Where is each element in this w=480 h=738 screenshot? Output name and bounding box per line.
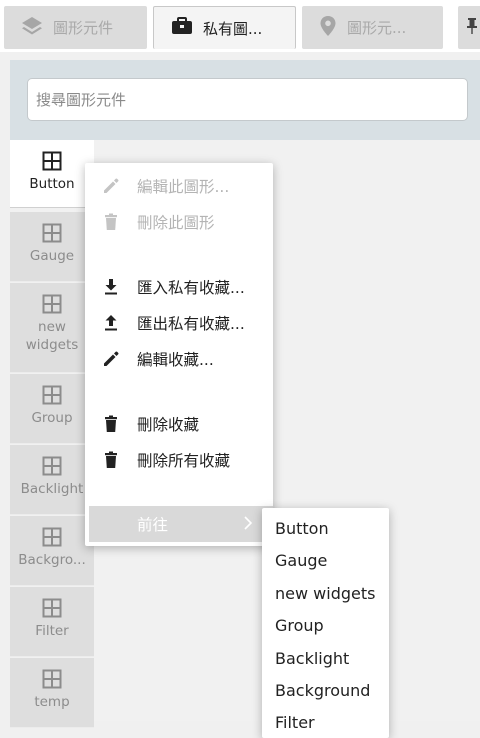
tab-shared[interactable]: 圖形元... xyxy=(302,6,443,49)
menu-item-import-library[interactable]: 匯入私有收藏... xyxy=(85,269,273,305)
category-label: Button xyxy=(29,176,75,192)
chevron-right-icon xyxy=(243,516,253,534)
menu-item-delete-all-libraries[interactable]: 刪除所有收藏 xyxy=(85,442,273,478)
map-pin-icon xyxy=(319,15,337,41)
category-item-backlight[interactable]: Backlight xyxy=(10,445,94,515)
category-item-gauge[interactable]: Gauge xyxy=(10,212,94,282)
pencil-icon xyxy=(101,176,121,196)
category-label: Filter xyxy=(35,623,69,639)
category-label: new widgets xyxy=(25,319,79,353)
tab-bar: 圖形元件 私有圖... 圖形元... xyxy=(0,0,480,52)
grid-icon xyxy=(42,385,62,405)
submenu-item-new-widgets[interactable]: new widgets xyxy=(275,584,375,603)
pin-tab-button[interactable] xyxy=(458,6,480,49)
grid-icon xyxy=(42,456,62,476)
menu-item-edit-library[interactable]: 編輯收藏... xyxy=(85,341,273,377)
grid-icon xyxy=(42,151,62,171)
grid-icon xyxy=(42,598,62,618)
layers-icon xyxy=(21,16,43,40)
category-item-temp[interactable]: temp xyxy=(10,658,94,728)
menu-item-label: 編輯收藏... xyxy=(137,351,214,369)
submenu-item-backlight[interactable]: Backlight xyxy=(275,649,349,668)
search-bar-area xyxy=(10,60,480,140)
category-item-filter[interactable]: Filter xyxy=(10,587,94,657)
trash-icon xyxy=(101,450,121,470)
tab-private[interactable]: 私有圖... xyxy=(153,6,296,49)
submenu-item-gauge[interactable]: Gauge xyxy=(275,551,327,570)
tab-label: 圖形元... xyxy=(347,19,407,37)
pin-icon xyxy=(466,17,478,39)
menu-item-label: 刪除收藏 xyxy=(137,416,200,434)
menu-item-label: 刪除所有收藏 xyxy=(137,452,231,470)
category-item-background[interactable]: Backgro... xyxy=(10,516,94,586)
grid-icon xyxy=(42,527,62,547)
category-item-button[interactable]: Button xyxy=(10,140,94,208)
menu-item-label: 匯出私有收藏... xyxy=(137,315,245,333)
menu-item-edit-widget[interactable]: 編輯此圖形... xyxy=(85,168,273,204)
menu-item-export-library[interactable]: 匯出私有收藏... xyxy=(85,305,273,341)
menu-item-label: 刪除此圖形 xyxy=(137,214,215,232)
category-label: Backlight xyxy=(20,481,84,497)
category-item-group[interactable]: Group xyxy=(10,374,94,444)
submenu-item-filter[interactable]: Filter xyxy=(275,713,315,732)
tab-label: 私有圖... xyxy=(203,19,263,38)
menu-item-delete-widget[interactable]: 刪除此圖形 xyxy=(85,204,273,240)
menu-item-goto[interactable]: 前往 xyxy=(89,506,273,542)
category-label: temp xyxy=(34,694,70,710)
pencil-icon xyxy=(101,349,121,369)
trash-icon xyxy=(101,212,121,232)
category-label: Backgro... xyxy=(18,552,86,568)
menu-item-label: 匯入私有收藏... xyxy=(137,279,245,297)
search-input[interactable] xyxy=(27,78,468,121)
submenu-item-button[interactable]: Button xyxy=(275,519,329,538)
goto-submenu: Button Gauge new widgets Group Backlight… xyxy=(262,508,389,738)
category-item-new-widgets[interactable]: new widgets xyxy=(10,283,94,373)
submenu-item-group[interactable]: Group xyxy=(275,616,324,635)
grid-icon xyxy=(42,294,62,314)
grid-icon xyxy=(42,223,62,243)
download-icon xyxy=(101,277,121,297)
tab-label: 圖形元件 xyxy=(53,19,114,37)
trash-icon xyxy=(101,414,121,434)
upload-icon xyxy=(101,313,121,333)
tab-widgets[interactable]: 圖形元件 xyxy=(4,6,147,49)
menu-item-label: 編輯此圖形... xyxy=(137,178,230,196)
category-label: Gauge xyxy=(29,248,75,264)
menu-item-delete-library[interactable]: 刪除收藏 xyxy=(85,406,273,442)
submenu-item-background[interactable]: Background xyxy=(275,681,370,700)
context-menu: 編輯此圖形... 刪除此圖形 匯入私有收藏... 匯出私有收藏... 編輯收藏.… xyxy=(85,163,273,546)
menu-item-label: 前往 xyxy=(137,516,169,534)
grid-icon xyxy=(42,669,62,689)
briefcase-icon xyxy=(171,16,193,40)
category-label: Group xyxy=(31,410,73,426)
